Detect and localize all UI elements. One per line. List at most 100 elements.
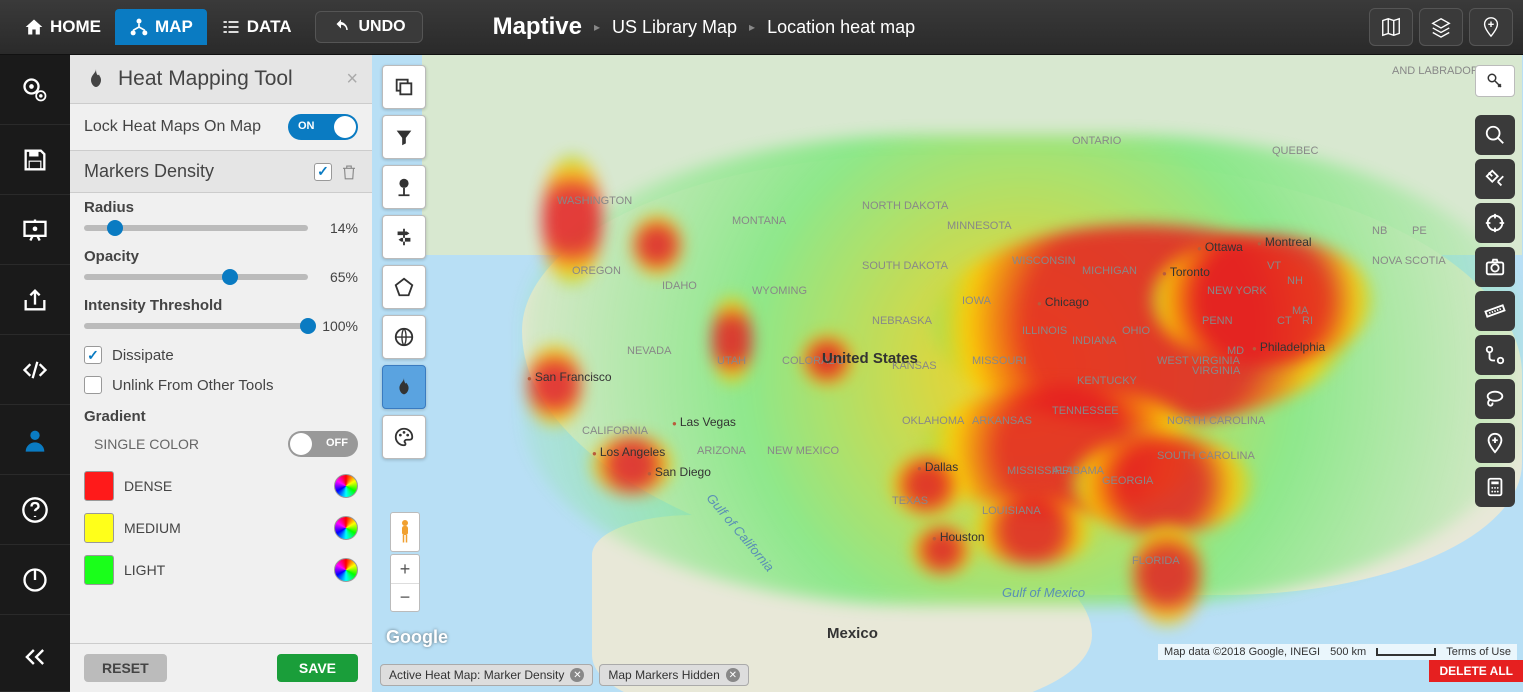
code-icon [21,356,49,384]
light-swatch [84,555,114,585]
map-icon [1380,16,1402,38]
power-button[interactable] [0,545,70,615]
label-toronto: Toronto [1162,265,1210,279]
search-map-button[interactable] [1475,115,1515,155]
tab-map-label: MAP [155,17,193,37]
terms-link[interactable]: Terms of Use [1446,646,1511,658]
add-location-button[interactable] [1475,423,1515,463]
power-icon [21,566,49,594]
opacity-slider[interactable] [84,274,308,280]
label-mo: MISSOURI [972,355,1026,367]
google-logo: Google [386,627,448,648]
zoom-in-button[interactable]: + [391,555,419,583]
chip-close[interactable]: ✕ [726,668,740,682]
breadcrumb-sep: ▸ [749,20,755,34]
embed-button[interactable] [0,335,70,405]
filter-tool[interactable] [382,115,426,159]
radius-slider[interactable] [84,225,308,231]
gear-icon [21,76,49,104]
undo-button[interactable]: UNDO [315,11,422,43]
breadcrumb-sep: ▸ [594,20,600,34]
label-sf: San Francisco [527,370,612,384]
key-icon [1486,72,1504,90]
breadcrumb-item[interactable]: Location heat map [767,17,915,38]
lock-toggle[interactable]: ON [288,114,358,140]
single-color-toggle[interactable]: OFF [288,431,358,457]
settings-button[interactable] [0,55,70,125]
lock-row: Lock Heat Maps On Map ON [70,104,372,150]
collapse-button[interactable] [0,622,70,692]
key-button[interactable] [1475,65,1515,97]
copy-tool[interactable] [382,65,426,109]
route-button[interactable] [1475,335,1515,375]
delete-all-button[interactable]: DELETE ALL [1429,660,1523,682]
style-tool[interactable] [382,415,426,459]
label-quebec: QUEBEC [1272,145,1318,157]
label-houston: Houston [932,530,985,544]
calculator-button[interactable] [1475,467,1515,507]
dense-color-picker[interactable] [334,474,358,498]
layers-icon [1430,16,1452,38]
dissipate-label: Dissipate [112,347,174,364]
target-button[interactable] [1475,203,1515,243]
zoom-out-button[interactable]: − [391,583,419,611]
present-button[interactable] [0,195,70,265]
scale-text: 500 km [1330,646,1366,658]
help-button[interactable] [0,475,70,545]
medium-color-picker[interactable] [334,516,358,540]
intensity-slider[interactable] [84,323,308,329]
directions-tool[interactable] [382,215,426,259]
opacity-label: Opacity [84,248,358,265]
light-color-picker[interactable] [334,558,358,582]
presentation-icon [21,216,49,244]
map-open-button[interactable] [1369,8,1413,46]
pin-tool[interactable] [382,165,426,209]
tab-data[interactable]: DATA [207,9,306,45]
signpost-icon [393,226,415,248]
close-panel-button[interactable]: × [346,68,358,91]
ruler-button[interactable] [1475,291,1515,331]
flame-icon [84,67,108,91]
pegman[interactable] [390,512,420,552]
label-va: VIRGINIA [1192,365,1240,377]
tab-home-label: HOME [50,17,101,37]
polygon-tool[interactable] [382,265,426,309]
tab-map[interactable]: MAP [115,9,207,45]
attrib-text: Map data ©2018 Google, INEGI [1164,646,1320,658]
globe-tool[interactable] [382,315,426,359]
add-marker-button[interactable] [1469,8,1513,46]
location-plus-icon [1484,432,1506,454]
slider-thumb[interactable] [107,220,123,236]
slider-thumb[interactable] [222,269,238,285]
label-ut: UTAH [717,355,746,367]
save-button[interactable]: SAVE [277,654,358,682]
unlink-checkbox[interactable] [84,376,102,394]
label-sc: SOUTH CAROLINA [1157,450,1255,462]
account-button[interactable] [0,405,70,475]
lasso-button[interactable] [1475,379,1515,419]
chip-label: Active Heat Map: Marker Density [389,668,564,682]
pin-icon [393,176,415,198]
palette-icon [393,426,415,448]
camera-button[interactable] [1475,247,1515,287]
label-fl: FLORIDA [1132,555,1180,567]
map-canvas[interactable]: ONTARIO QUEBEC AND LABRADOR NB NOVA SCOT… [372,55,1523,692]
topnav-right [1369,8,1513,46]
tab-home[interactable]: HOME [10,9,115,45]
trash-icon[interactable] [340,163,358,181]
export-button[interactable] [0,265,70,335]
breadcrumb-item[interactable]: US Library Map [612,17,737,38]
layers-button[interactable] [1419,8,1463,46]
label-wy: WYOMING [752,285,807,297]
copy-icon [393,76,415,98]
section-checkbox[interactable] [314,163,332,181]
save-button[interactable] [0,125,70,195]
slider-thumb[interactable] [300,318,316,334]
chip-close[interactable]: ✕ [570,668,584,682]
map-area[interactable]: ONTARIO QUEBEC AND LABRADOR NB NOVA SCOT… [372,55,1523,692]
toggle-knob [290,433,312,455]
satellite-button[interactable] [1475,159,1515,199]
heatmap-tool[interactable] [382,365,426,409]
dissipate-checkbox[interactable] [84,346,102,364]
reset-button[interactable]: RESET [84,654,167,682]
